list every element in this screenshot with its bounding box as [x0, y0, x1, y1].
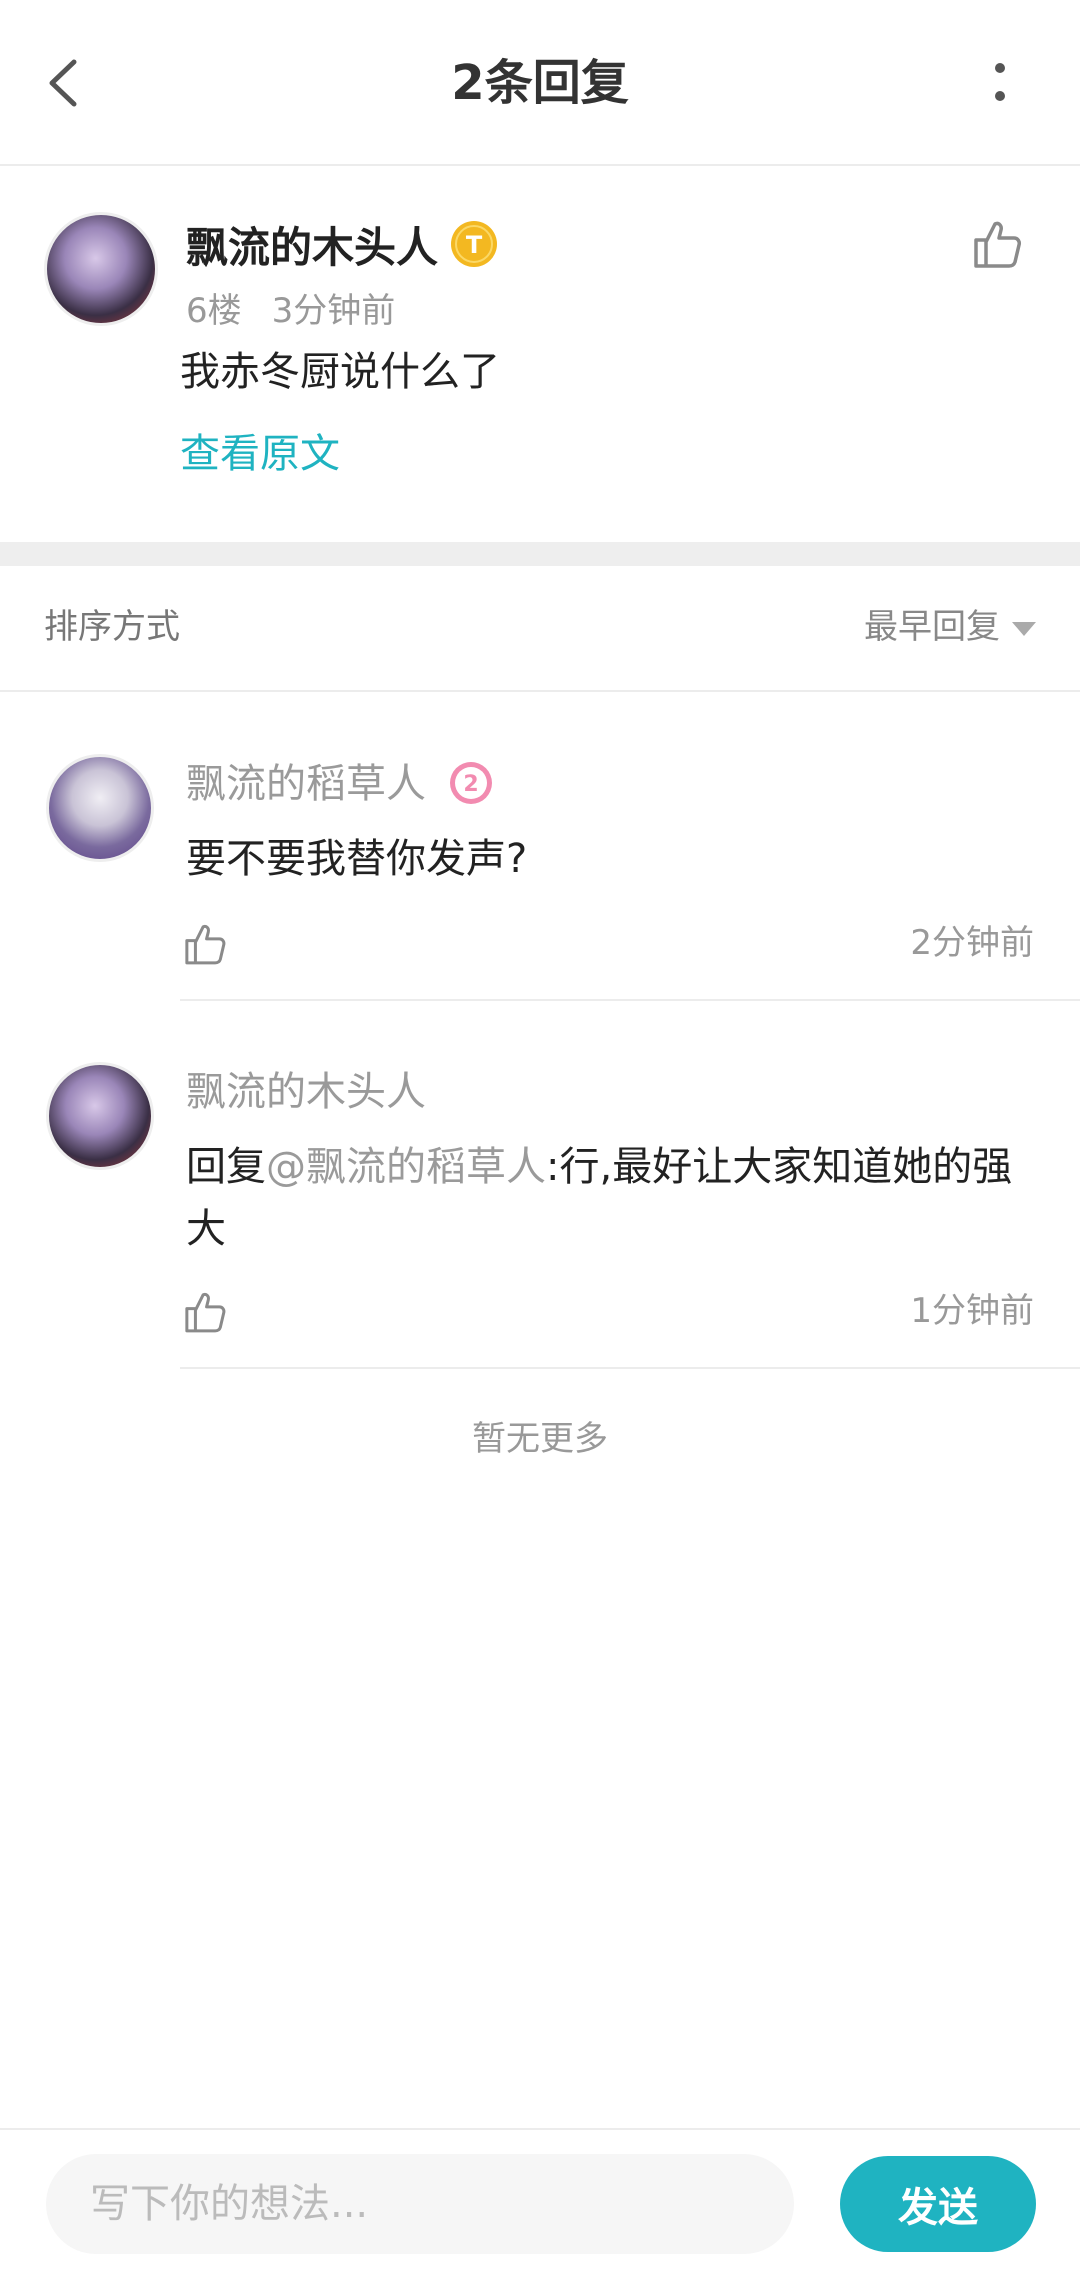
sort-bar: 排序方式 最早回复: [0, 566, 1080, 692]
badge-t-icon: T: [451, 221, 497, 267]
sort-dropdown[interactable]: 最早回复: [864, 602, 1036, 652]
avatar[interactable]: [44, 212, 158, 326]
comment-text: 我赤冬厨说什么了: [180, 349, 500, 395]
reply-text: 回复@飘流的稻草人:行,最好让大家知道她的强大: [186, 1136, 1036, 1260]
reply-text: 要不要我替你发声?: [186, 836, 528, 882]
reply-divider: [180, 999, 1080, 1001]
level-badge-icon: 2: [450, 762, 492, 804]
author-name[interactable]: 飘流的木头人: [186, 218, 438, 278]
reply-item: 飘流的木头人 回复@飘流的稻草人:行,最好让大家知道她的强大 1分钟前: [0, 1062, 1080, 1372]
floor-number: 6楼: [186, 291, 242, 331]
sort-label: 排序方式: [44, 607, 180, 647]
avatar[interactable]: [46, 1062, 154, 1170]
sort-selected-value: 最早回复: [864, 607, 1000, 647]
comment-meta: 6楼 3分钟前: [186, 286, 395, 336]
send-button[interactable]: 发送: [840, 2156, 1036, 2252]
top-bar: 2条回复: [0, 0, 1080, 166]
page-title: 2条回复: [451, 55, 629, 111]
mention-link[interactable]: @飘流的稻草人: [266, 1144, 546, 1190]
badge-letter: T: [466, 231, 483, 259]
dropdown-caret-icon: [1012, 621, 1036, 636]
like-icon[interactable]: [968, 216, 1024, 272]
reply-timestamp: 2分钟前: [910, 923, 1034, 963]
view-original-link[interactable]: 查看原文: [180, 424, 340, 484]
timestamp: 3分钟前: [271, 291, 396, 331]
comment-composer: 发送: [0, 2128, 1080, 2276]
reply-divider: [180, 1367, 1080, 1369]
badge-number: 2: [463, 772, 478, 797]
comment-input[interactable]: [46, 2154, 794, 2254]
like-icon[interactable]: [180, 920, 228, 968]
reply-timestamp: 1分钟前: [910, 1291, 1034, 1331]
reply-item: 飘流的稻草人 2 要不要我替你发声? 2分钟前: [0, 754, 1080, 1004]
reply-prefix: 回复: [186, 1144, 266, 1190]
original-comment: 飘流的木头人 T 6楼 3分钟前 我赤冬厨说什么了 查看原文: [0, 166, 1080, 542]
like-icon[interactable]: [180, 1288, 228, 1336]
reply-author[interactable]: 飘流的木头人: [186, 1062, 426, 1122]
section-divider: [0, 542, 1080, 566]
reply-author[interactable]: 飘流的稻草人: [186, 754, 426, 814]
more-options-icon[interactable]: [975, 56, 1025, 112]
no-more-text: 暂无更多: [472, 1419, 608, 1459]
avatar[interactable]: [46, 754, 154, 862]
